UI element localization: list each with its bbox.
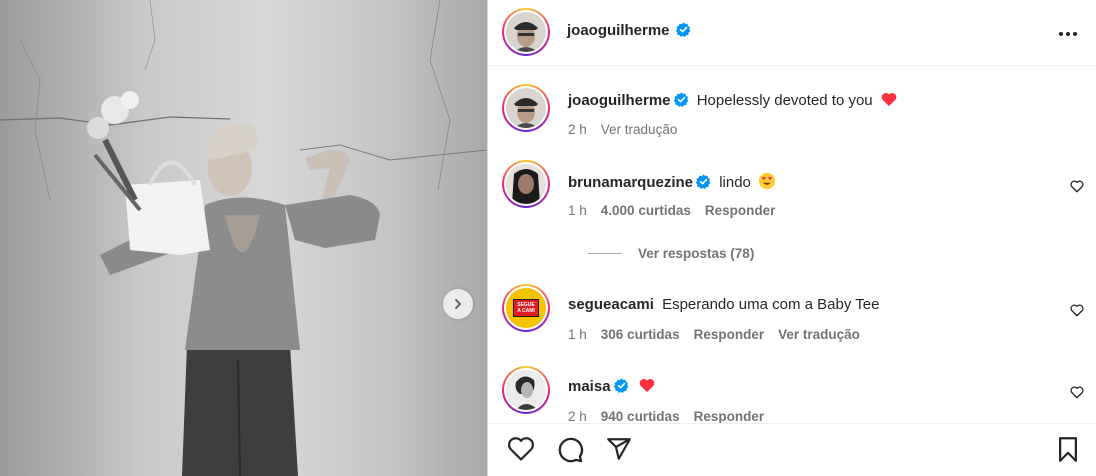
- author-photo: [506, 12, 546, 52]
- comment-time: 1 h: [568, 327, 587, 342]
- comment-time: 1 h: [568, 203, 587, 218]
- commenter-avatar[interactable]: [502, 366, 550, 414]
- view-replies-link[interactable]: Ver respostas (78): [588, 246, 754, 261]
- segueacami-logo: SEGUE A CAMI: [513, 299, 539, 317]
- photo-scene: [0, 0, 487, 476]
- post-actions-bar: [488, 423, 1096, 476]
- comment-likes[interactable]: 940 curtidas: [601, 409, 680, 424]
- comment-text: lindo: [719, 174, 751, 191]
- heart-icon[interactable]: [1070, 386, 1084, 399]
- next-photo-button[interactable]: [443, 289, 473, 319]
- author-photo: [506, 88, 546, 128]
- view-replies-label: Ver respostas (78): [638, 246, 755, 261]
- comment-item: brunamarquezine lindo 1 h 4.000 curtidas R…: [488, 160, 1096, 220]
- reply-button[interactable]: Responder: [705, 203, 776, 218]
- comment-time: 2 h: [568, 409, 587, 424]
- verified-icon: [613, 378, 628, 393]
- author-avatar[interactable]: [502, 8, 550, 56]
- comment-username[interactable]: maisa: [568, 378, 611, 395]
- verified-icon: [673, 92, 688, 107]
- caption-time: 2 h: [568, 122, 587, 137]
- chevron-right-icon: [455, 299, 461, 309]
- comment-line: maisa: [568, 378, 655, 395]
- comment-meta: 2 h 940 curtidas Responder: [568, 409, 778, 424]
- comment-likes[interactable]: 4.000 curtidas: [601, 203, 691, 218]
- verified-icon: [696, 174, 711, 189]
- comment-item: maisa 2 h 940 curtidas Responder: [488, 366, 1096, 424]
- caption-line: joaoguilherme Hopelessly devoted to you: [568, 92, 897, 109]
- caption-username[interactable]: joaoguilherme: [568, 92, 671, 109]
- comment-likes[interactable]: 306 curtidas: [601, 327, 680, 342]
- comment-item: SEGUE A CAMI segueacami Esperando uma co…: [488, 284, 1096, 344]
- commenter-photo: [506, 164, 546, 204]
- heart-icon[interactable]: [1070, 180, 1084, 193]
- heart-eyes-emoji-icon: [758, 172, 776, 190]
- comment-meta: 1 h 4.000 curtidas Responder: [568, 203, 789, 218]
- comment-meta: 1 h 306 curtidas Responder Ver tradução: [568, 327, 874, 342]
- post-caption: joaoguilherme Hopelessly devoted to you …: [488, 84, 1096, 144]
- post-header: joaoguilherme: [488, 0, 1096, 66]
- comment-line: brunamarquezine lindo: [568, 172, 776, 191]
- caption-avatar[interactable]: [502, 84, 550, 132]
- commenter-avatar[interactable]: [502, 160, 550, 208]
- translate-link[interactable]: Ver tradução: [778, 327, 860, 342]
- author-username[interactable]: joaoguilherme: [567, 22, 670, 39]
- caption-translate-link[interactable]: Ver tradução: [601, 122, 678, 137]
- commenter-avatar[interactable]: SEGUE A CAMI: [502, 284, 550, 332]
- replies-divider: [588, 253, 622, 254]
- caption-meta: 2 h Ver tradução: [568, 122, 691, 137]
- share-icon[interactable]: [606, 436, 632, 462]
- heart-emoji-icon: [881, 93, 897, 107]
- verified-icon: [676, 22, 691, 37]
- like-heart-icon[interactable]: [507, 436, 535, 462]
- comment-username[interactable]: segueacami: [568, 296, 654, 313]
- heart-icon[interactable]: [1070, 304, 1084, 317]
- comment-icon[interactable]: [556, 436, 584, 464]
- comment-line: segueacami Esperando uma com a Baby Tee: [568, 296, 879, 313]
- bookmark-icon[interactable]: [1056, 436, 1080, 463]
- post-side-panel: joaoguilherme joaoguilherme Hopelessly d…: [488, 0, 1096, 476]
- heart-emoji-icon: [639, 379, 655, 393]
- more-icon: [1059, 32, 1077, 36]
- commenter-photo: [506, 370, 546, 410]
- post-photo: [0, 0, 487, 476]
- comment-username[interactable]: brunamarquezine: [568, 174, 693, 191]
- caption-text: Hopelessly devoted to you: [696, 92, 873, 109]
- comment-text: Esperando uma com a Baby Tee: [662, 296, 880, 313]
- reply-button[interactable]: Responder: [694, 327, 765, 342]
- more-options-button[interactable]: [1058, 20, 1078, 43]
- reply-button[interactable]: Responder: [694, 409, 765, 424]
